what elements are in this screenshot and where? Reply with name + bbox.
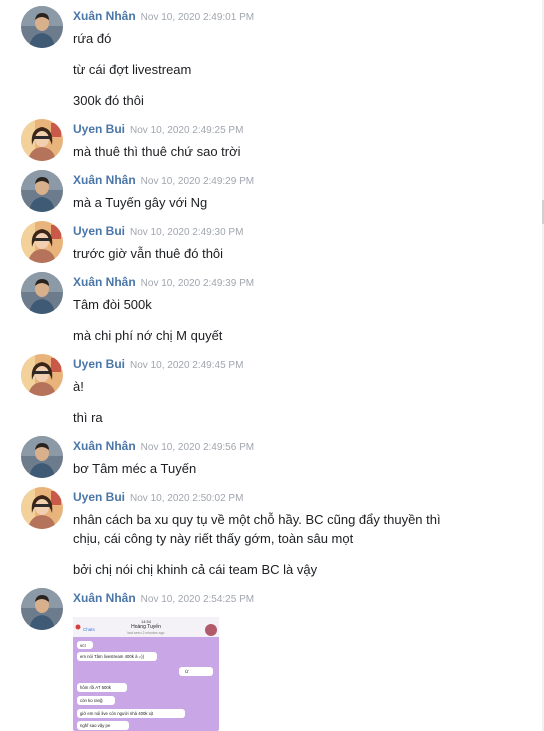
sender-avatar[interactable]	[21, 170, 63, 212]
woman-avatar-icon	[21, 354, 63, 396]
sender-name[interactable]: Uyen Bui	[73, 490, 125, 504]
message-header: Uyen Bui Nov 10, 2020 2:49:45 PM	[73, 356, 243, 371]
message-text: trước giờ vẫn thuê đó thôi	[73, 246, 224, 261]
message-text: mà a Tuyến gây với Ng	[73, 195, 208, 210]
message-header: Uyen Bui Nov 10, 2020 2:49:30 PM	[73, 223, 243, 238]
message-header: Uyen Bui Nov 10, 2020 2:50:02 PM	[73, 489, 243, 504]
sender-avatar[interactable]	[21, 6, 63, 48]
sender-avatar[interactable]	[21, 588, 63, 630]
sender-avatar[interactable]	[21, 487, 63, 529]
sender-name[interactable]: Uyen Bui	[73, 357, 125, 371]
message-header: Xuân Nhân Nov 10, 2020 2:49:39 PM	[73, 274, 254, 289]
message-header: Xuân Nhân Nov 10, 2020 2:54:25 PM	[73, 590, 254, 605]
image-contact-status: last seen 2 minutes ago	[128, 631, 165, 635]
man-avatar-icon	[21, 272, 63, 314]
image-bubble-text: em nói Tâm livestream 400k à =))	[80, 654, 145, 659]
sender-name[interactable]: Xuân Nhân	[73, 9, 136, 23]
image-contact-name: Hoàng Tuyến	[131, 624, 161, 630]
message-text: mà thuê thì thuê chứ sao trời	[73, 144, 241, 159]
message-text: bơ Tâm méc a Tuyến	[73, 461, 197, 476]
woman-avatar-icon	[21, 487, 63, 529]
timestamp: Nov 10, 2020 2:49:25 PM	[130, 125, 244, 136]
man-avatar-icon	[21, 588, 63, 630]
message-text: rứa đó	[73, 31, 112, 46]
message-text: à!	[73, 379, 84, 394]
message-text: Tâm đòi 500k	[73, 297, 152, 312]
sender-name[interactable]: Xuân Nhân	[73, 275, 136, 289]
message-header: Uyen Bui Nov 10, 2020 2:49:25 PM	[73, 121, 243, 136]
sender-avatar[interactable]	[21, 436, 63, 478]
image-bubble-text: giờ em nói live còn người nhả 400k xịt	[80, 711, 154, 716]
timestamp: Nov 10, 2020 2:49:39 PM	[140, 278, 255, 289]
image-bubble-text: Ừ	[185, 668, 189, 674]
image-bubble-text: vc!	[80, 643, 86, 648]
woman-avatar-icon	[21, 221, 63, 263]
shared-photo[interactable]: 14:54 Chats Hoàng Tuyến last seen 2 minu…	[73, 617, 219, 731]
sender-name[interactable]: Xuân Nhân	[73, 173, 136, 187]
message-text: thì ra	[73, 410, 103, 425]
message-text: 300k đó thôi	[73, 93, 144, 108]
image-bubble-text: còn ko rang̃	[80, 698, 103, 703]
timestamp: Nov 10, 2020 2:49:30 PM	[130, 227, 244, 238]
timestamp: Nov 10, 2020 2:54:25 PM	[140, 594, 255, 605]
sender-name[interactable]: Uyen Bui	[73, 122, 125, 136]
message-text: từ cái đợt livestream	[73, 62, 192, 77]
sender-avatar[interactable]	[21, 119, 63, 161]
man-avatar-icon	[21, 436, 63, 478]
sender-name[interactable]: Xuân Nhân	[73, 439, 136, 453]
sender-avatar[interactable]	[21, 221, 63, 263]
message-text: mà chi phí nớ chị M quyết	[73, 328, 223, 343]
timestamp: Nov 10, 2020 2:49:01 PM	[140, 12, 255, 23]
woman-avatar-icon	[21, 119, 63, 161]
sender-name[interactable]: Xuân Nhân	[73, 591, 136, 605]
timestamp: Nov 10, 2020 2:49:29 PM	[140, 176, 255, 187]
message-text: nhân cách ba xu quy tụ về một chỗ hầy. B…	[73, 512, 441, 546]
message-header: Xuân Nhân Nov 10, 2020 2:49:56 PM	[73, 438, 254, 453]
message-header: Xuân Nhân Nov 10, 2020 2:49:01 PM	[73, 8, 254, 23]
timestamp: Nov 10, 2020 2:49:56 PM	[140, 442, 255, 453]
sender-avatar[interactable]	[21, 354, 63, 396]
sender-avatar[interactable]	[21, 272, 63, 314]
message-text: bởi chị nói chị khinh cả cái team BC là …	[73, 562, 318, 577]
man-avatar-icon	[21, 170, 63, 212]
image-bubble-text: nghĩ sao vậy pe	[80, 723, 111, 728]
chat-history[interactable]: Xuân Nhân Nov 10, 2020 2:49:01 PM rứa đó …	[0, 0, 544, 731]
man-avatar-icon	[21, 6, 63, 48]
timestamp: Nov 10, 2020 2:50:02 PM	[130, 493, 244, 504]
sender-name[interactable]: Uyen Bui	[73, 224, 125, 238]
timestamp: Nov 10, 2020 2:49:45 PM	[130, 360, 244, 371]
image-back-label: Chats	[83, 627, 96, 632]
chat-screenshot-image: 14:54 Chats Hoàng Tuyến last seen 2 minu…	[73, 617, 219, 731]
message-header: Xuân Nhân Nov 10, 2020 2:49:29 PM	[73, 172, 254, 187]
image-bubble-text: hôm rồi AT 500k	[80, 685, 112, 690]
